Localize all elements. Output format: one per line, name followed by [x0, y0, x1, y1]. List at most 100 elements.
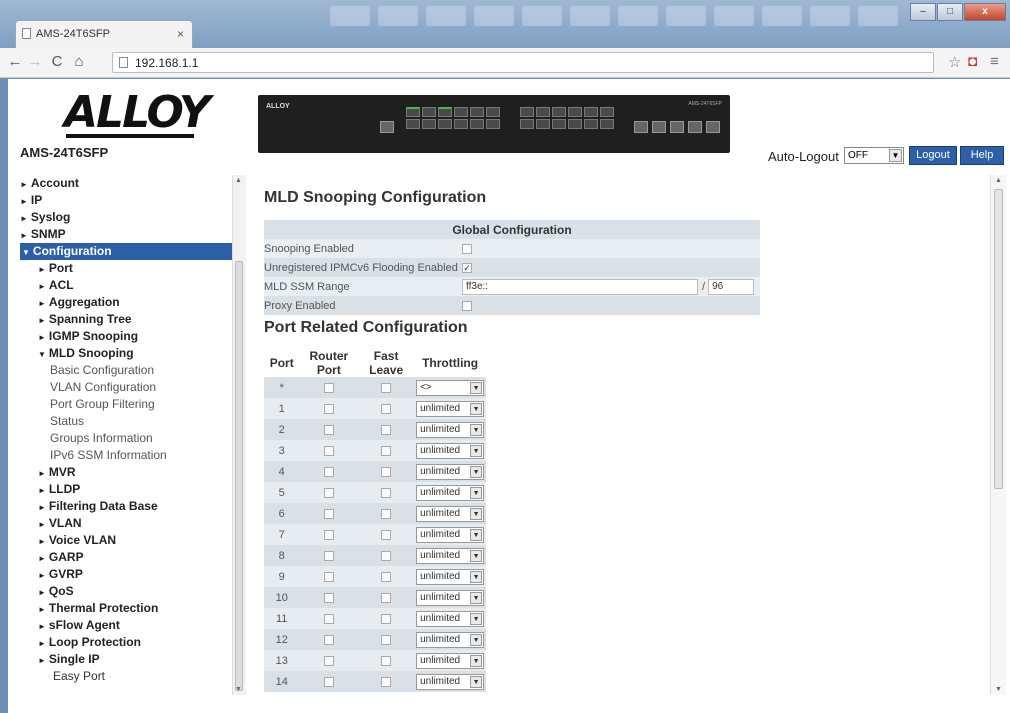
fast-leave-checkbox[interactable] [381, 487, 392, 498]
router-port-checkbox[interactable] [323, 571, 334, 582]
throttling-select[interactable]: unlimited ▼ [416, 568, 485, 585]
maximize-button[interactable]: □ [937, 3, 963, 21]
sidebar-item-garp[interactable]: ► GARP [8, 549, 232, 566]
sidebar-item-loop-protection[interactable]: ► Loop Protection [8, 634, 232, 651]
fast-leave-checkbox[interactable] [381, 550, 392, 561]
forward-icon[interactable]: → [26, 53, 44, 70]
fast-leave-checkbox[interactable] [381, 529, 392, 540]
fast-leave-checkbox[interactable] [381, 655, 392, 666]
sidebar-item-spanning-tree[interactable]: ► Spanning Tree [8, 311, 232, 328]
sidebar-scrollbar[interactable]: ▲ ▼ [232, 175, 246, 695]
logout-button[interactable]: Logout [909, 146, 957, 165]
sidebar-item-basic-configuration[interactable]: Basic Configuration [8, 362, 232, 379]
sidebar-item-mld-snooping[interactable]: ▼ MLD Snooping [8, 345, 232, 362]
router-port-checkbox[interactable] [323, 529, 334, 540]
throttling-select[interactable]: unlimited ▼ [416, 400, 485, 417]
blurred-tab[interactable] [858, 6, 898, 26]
router-port-checkbox[interactable] [323, 424, 334, 435]
router-port-checkbox[interactable] [323, 382, 334, 393]
sidebar-item-lldp[interactable]: ► LLDP [8, 481, 232, 498]
scroll-up-icon[interactable]: ▲ [995, 177, 1002, 184]
throttling-select[interactable]: <> ▼ [416, 379, 485, 396]
sidebar-item-syslog[interactable]: ► Syslog [8, 209, 232, 226]
fast-leave-checkbox[interactable] [381, 508, 392, 519]
sidebar-item-groups-information[interactable]: Groups Information [8, 430, 232, 447]
router-port-checkbox[interactable] [323, 487, 334, 498]
browser-tab[interactable]: AMS-24T6SFP × [15, 20, 193, 48]
sidebar-item-voice-vlan[interactable]: ► Voice VLAN [8, 532, 232, 549]
sidebar-item-vlan[interactable]: ► VLAN [8, 515, 232, 532]
throttling-select[interactable]: unlimited ▼ [416, 673, 485, 690]
fast-leave-checkbox[interactable] [381, 445, 392, 456]
blurred-tab[interactable] [426, 6, 466, 26]
proxy-enabled-checkbox[interactable] [462, 300, 472, 311]
sidebar-item-easy-port[interactable]: Easy Port [8, 668, 232, 685]
blurred-tab[interactable] [378, 6, 418, 26]
router-port-checkbox[interactable] [323, 403, 334, 414]
throttling-select[interactable]: unlimited ▼ [416, 526, 485, 543]
scroll-down-icon[interactable]: ▼ [235, 686, 242, 693]
fast-leave-checkbox[interactable] [381, 382, 392, 393]
router-port-checkbox[interactable] [323, 676, 334, 687]
star-icon[interactable]: ☆ [948, 53, 961, 71]
sidebar-item-account[interactable]: ► Account [8, 175, 232, 192]
blurred-tab[interactable] [714, 6, 754, 26]
throttling-select[interactable]: unlimited ▼ [416, 484, 485, 501]
sidebar-item-ip[interactable]: ► IP [8, 192, 232, 209]
scrollbar-thumb[interactable] [235, 261, 243, 691]
snooping-enabled-checkbox[interactable] [462, 243, 472, 254]
blurred-tab[interactable] [522, 6, 562, 26]
blurred-tab[interactable] [666, 6, 706, 26]
ssm-range-length-input[interactable]: 96 [708, 278, 755, 295]
throttling-select[interactable]: unlimited ▼ [416, 652, 485, 669]
throttling-select[interactable]: unlimited ▼ [416, 610, 485, 627]
router-port-checkbox[interactable] [323, 634, 334, 645]
blurred-tab[interactable] [810, 6, 850, 26]
scroll-down-icon[interactable]: ▼ [995, 686, 1002, 693]
back-icon[interactable]: ← [6, 53, 24, 70]
fast-leave-checkbox[interactable] [381, 613, 392, 624]
router-port-checkbox[interactable] [323, 508, 334, 519]
sidebar-item-vlan-configuration[interactable]: VLAN Configuration [8, 379, 232, 396]
fast-leave-checkbox[interactable] [381, 466, 392, 477]
reload-icon[interactable]: C [48, 53, 66, 70]
sidebar-item-single-ip[interactable]: ► Single IP [8, 651, 232, 668]
throttling-select[interactable]: unlimited ▼ [416, 547, 485, 564]
router-port-checkbox[interactable] [323, 550, 334, 561]
unreg-flooding-checkbox[interactable]: ✓ [462, 262, 472, 273]
fast-leave-checkbox[interactable] [381, 571, 392, 582]
sidebar-item-aggregation[interactable]: ► Aggregation [8, 294, 232, 311]
router-port-checkbox[interactable] [323, 445, 334, 456]
scroll-up-icon[interactable]: ▲ [235, 177, 242, 184]
address-bar[interactable]: 192.168.1.1 [112, 52, 934, 73]
blurred-tab[interactable] [330, 6, 370, 26]
minimize-button[interactable]: – [910, 3, 936, 21]
blurred-tab[interactable] [474, 6, 514, 26]
router-port-checkbox[interactable] [323, 613, 334, 624]
throttling-select[interactable]: unlimited ▼ [416, 463, 485, 480]
sidebar-item-filtering-data-base[interactable]: ► Filtering Data Base [8, 498, 232, 515]
sidebar-item-ipv6-ssm-information[interactable]: IPv6 SSM Information [8, 447, 232, 464]
throttling-select[interactable]: unlimited ▼ [416, 589, 485, 606]
sidebar-item-mvr[interactable]: ► MVR [8, 464, 232, 481]
sidebar-item-sflow-agent[interactable]: ► sFlow Agent [8, 617, 232, 634]
sidebar-item-status[interactable]: Status [8, 413, 232, 430]
blurred-tab[interactable] [762, 6, 802, 26]
sidebar-item-gvrp[interactable]: ► GVRP [8, 566, 232, 583]
blurred-tab[interactable] [570, 6, 610, 26]
ssm-range-prefix-input[interactable]: ff3e:: [462, 278, 698, 295]
menu-icon[interactable]: ≡ [990, 53, 999, 70]
router-port-checkbox[interactable] [323, 655, 334, 666]
blurred-tab[interactable] [618, 6, 658, 26]
sidebar-item-igmp-snooping[interactable]: ► IGMP Snooping [8, 328, 232, 345]
home-icon[interactable]: ⌂ [70, 53, 88, 70]
throttling-select[interactable]: unlimited ▼ [416, 442, 485, 459]
extension-icon[interactable]: ◘ [968, 53, 977, 70]
router-port-checkbox[interactable] [323, 592, 334, 603]
fast-leave-checkbox[interactable] [381, 403, 392, 414]
router-port-checkbox[interactable] [323, 466, 334, 477]
throttling-select[interactable]: unlimited ▼ [416, 631, 485, 648]
auto-logout-select[interactable]: OFF ▼ [844, 147, 904, 164]
sidebar-item-qos[interactable]: ► QoS [8, 583, 232, 600]
fast-leave-checkbox[interactable] [381, 676, 392, 687]
